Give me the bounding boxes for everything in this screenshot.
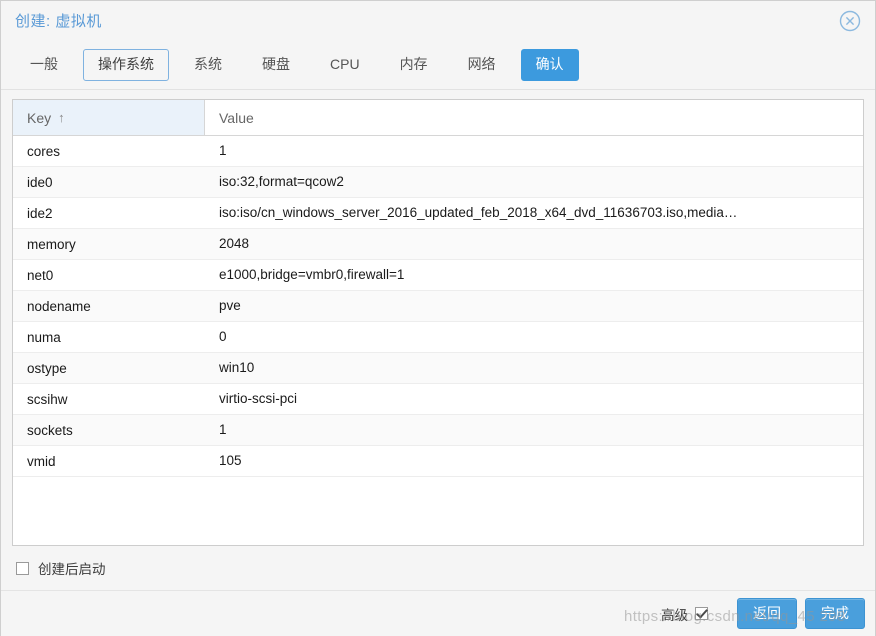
table-row[interactable]: cores 1	[13, 136, 863, 167]
table-row[interactable]: ide0 iso:32,format=qcow2	[13, 167, 863, 198]
close-icon[interactable]	[839, 10, 861, 32]
row-key: ide2	[27, 205, 53, 221]
advanced-checkbox[interactable]	[695, 607, 708, 620]
start-after-create-label: 创建后启动	[38, 562, 106, 577]
back-button[interactable]: 返回	[737, 597, 797, 630]
row-value: 105	[219, 453, 242, 468]
wizard-tab-bar: 一般 操作系统 系统 硬盘 CPU 内存 网络 确认	[1, 41, 875, 90]
table-row[interactable]: memory 2048	[13, 229, 863, 260]
table-row[interactable]: vmid 105	[13, 446, 863, 477]
tab-os[interactable]: 操作系统	[83, 49, 169, 81]
row-key: ostype	[27, 360, 67, 376]
start-after-create-checkbox[interactable]	[16, 561, 29, 575]
sort-ascending-icon: ↑	[58, 110, 65, 125]
table-row[interactable]: sockets 1	[13, 415, 863, 446]
row-value: win10	[219, 360, 255, 375]
row-value: pve	[219, 298, 241, 313]
tab-network[interactable]: 网络	[453, 49, 511, 81]
row-value: e1000,bridge=vmbr0,firewall=1	[219, 267, 405, 282]
tab-memory[interactable]: 内存	[385, 49, 443, 81]
column-header-key-label: Key	[27, 109, 52, 126]
finish-button[interactable]: 完成	[805, 597, 865, 630]
column-header-value-label: Value	[219, 109, 254, 126]
table-row[interactable]: net0 e1000,bridge=vmbr0,firewall=1	[13, 260, 863, 291]
table-row[interactable]: numa 0	[13, 322, 863, 353]
table-row[interactable]: nodename pve	[13, 291, 863, 322]
column-header-value[interactable]: Value	[205, 100, 863, 135]
row-key: ide0	[27, 174, 53, 190]
advanced-toggle-group: 高级	[661, 604, 717, 624]
tab-cpu[interactable]: CPU	[315, 49, 375, 81]
dialog-titlebar: 创建: 虚拟机	[1, 1, 875, 41]
row-value: 1	[219, 143, 227, 158]
row-value: 0	[219, 329, 227, 344]
confirm-panel: Key ↑ Value cores 1 ide0 iso:32,format=q…	[1, 90, 875, 590]
column-header-key[interactable]: Key ↑	[13, 100, 205, 135]
row-value: 2048	[219, 236, 250, 251]
row-key: sockets	[27, 422, 73, 438]
row-value: virtio-scsi-pci	[219, 391, 298, 406]
tab-hard-disk[interactable]: 硬盘	[247, 49, 305, 81]
row-key: numa	[27, 329, 61, 345]
table-row[interactable]: ostype win10	[13, 353, 863, 384]
create-vm-dialog: 创建: 虚拟机 一般 操作系统 系统 硬盘 CPU 内存 网络 确认 Key ↑	[0, 0, 876, 636]
row-key: net0	[27, 267, 54, 283]
tab-general[interactable]: 一般	[15, 49, 73, 81]
row-key: vmid	[27, 453, 56, 469]
row-value: iso:32,format=qcow2	[219, 174, 344, 189]
row-key: cores	[27, 143, 61, 159]
row-key: nodename	[27, 298, 91, 314]
dialog-title: 创建: 虚拟机	[15, 12, 102, 30]
row-key: scsihw	[27, 391, 68, 407]
start-after-create-row: 创建后启动	[12, 546, 864, 590]
advanced-label: 高级	[661, 607, 688, 623]
table-row[interactable]: scsihw virtio-scsi-pci	[13, 384, 863, 415]
row-key: memory	[27, 236, 76, 252]
tab-confirm[interactable]: 确认	[520, 49, 579, 81]
dialog-footer: 高级 返回 完成	[1, 590, 875, 636]
tab-system[interactable]: 系统	[179, 49, 237, 81]
grid-header-row: Key ↑ Value	[13, 100, 863, 136]
row-value: iso:iso/cn_windows_server_2016_updated_f…	[219, 205, 738, 220]
summary-grid: Key ↑ Value cores 1 ide0 iso:32,format=q…	[12, 99, 864, 546]
table-row[interactable]: ide2 iso:iso/cn_windows_server_2016_upda…	[13, 198, 863, 229]
grid-body: cores 1 ide0 iso:32,format=qcow2 ide2 is…	[13, 136, 863, 545]
row-value: 1	[219, 422, 227, 437]
